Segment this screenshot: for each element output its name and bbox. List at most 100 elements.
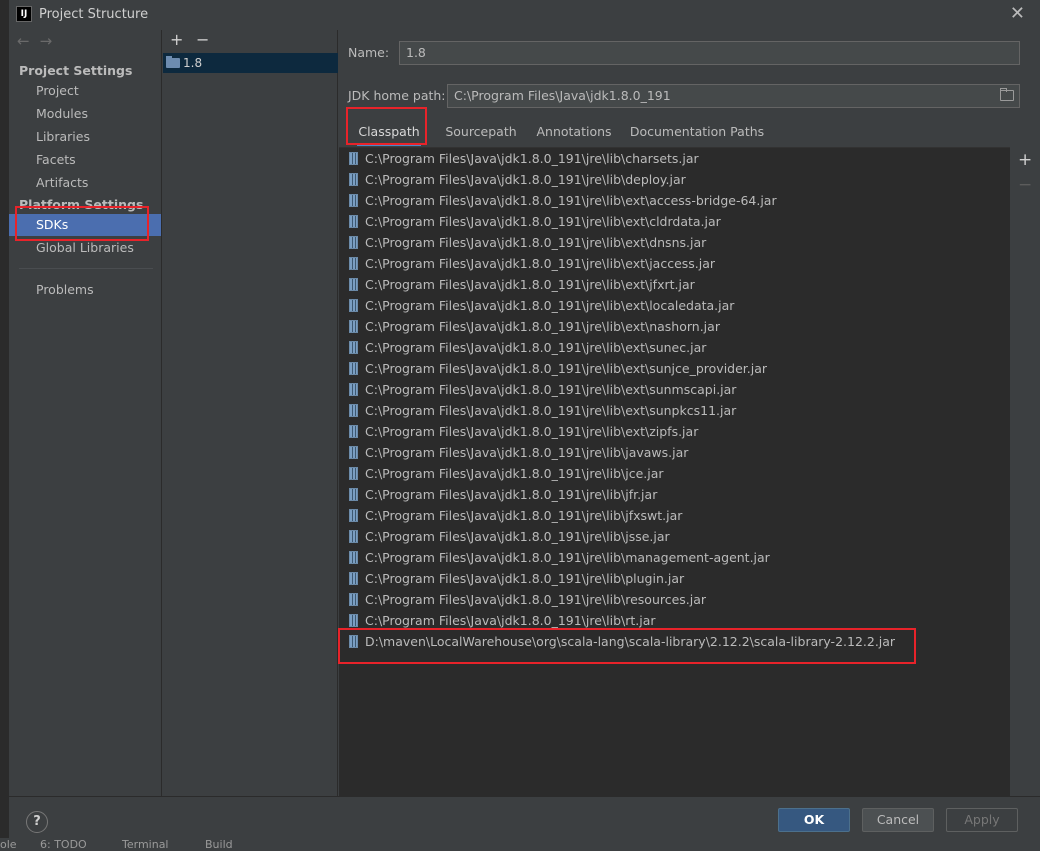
classpath-entry[interactable]: C:\Program Files\Java\jdk1.8.0_191\jre\l…	[349, 379, 736, 400]
close-icon[interactable]: ✕	[1010, 3, 1025, 24]
classpath-entry-path: C:\Program Files\Java\jdk1.8.0_191\jre\l…	[365, 571, 685, 586]
apply-button[interactable]: Apply	[946, 808, 1018, 832]
classpath-entry[interactable]: C:\Program Files\Java\jdk1.8.0_191\jre\l…	[349, 526, 670, 547]
jar-file-icon	[349, 383, 358, 396]
classpath-entry-path: C:\Program Files\Java\jdk1.8.0_191\jre\l…	[365, 235, 707, 250]
project-structure-dialog: IJ Project Structure ✕ ← → Project Settin…	[8, 0, 1040, 838]
classpath-entry-path: C:\Program Files\Java\jdk1.8.0_191\jre\l…	[365, 193, 777, 208]
sdk-list-panel: + − 1.8	[163, 30, 338, 796]
jar-file-icon	[349, 404, 358, 417]
jdk-folder-icon	[166, 56, 180, 68]
tab-classpath[interactable]: Classpath	[357, 118, 421, 146]
nav-item-project[interactable]: Project	[9, 80, 161, 102]
classpath-entry-path: C:\Program Files\Java\jdk1.8.0_191\jre\l…	[365, 172, 686, 187]
sdk-item-label: 1.8	[183, 56, 203, 70]
classpath-entry[interactable]: C:\Program Files\Java\jdk1.8.0_191\jre\l…	[349, 589, 706, 610]
classpath-entry-path: C:\Program Files\Java\jdk1.8.0_191\jre\l…	[365, 487, 658, 502]
back-arrow-icon[interactable]: ←	[17, 32, 30, 50]
classpath-entry[interactable]: C:\Program Files\Java\jdk1.8.0_191\jre\l…	[349, 358, 767, 379]
classpath-entry-path: C:\Program Files\Java\jdk1.8.0_191\jre\l…	[365, 382, 737, 397]
nav-item-sdks[interactable]: SDKs	[9, 214, 161, 236]
jar-file-icon	[349, 173, 358, 186]
classpath-entry[interactable]: C:\Program Files\Java\jdk1.8.0_191\jre\l…	[349, 505, 682, 526]
classpath-entry[interactable]: C:\Program Files\Java\jdk1.8.0_191\jre\l…	[349, 211, 721, 232]
classpath-entry[interactable]: C:\Program Files\Java\jdk1.8.0_191\jre\l…	[349, 274, 695, 295]
remove-sdk-button[interactable]: −	[196, 30, 209, 50]
nav-item-problems[interactable]: Problems	[9, 279, 161, 301]
name-label: Name:	[348, 45, 390, 60]
strip-item[interactable]: 6: TODO	[40, 838, 87, 851]
nav-item-artifacts[interactable]: Artifacts	[9, 172, 161, 194]
jar-file-icon	[349, 215, 358, 228]
classpath-entry-path: C:\Program Files\Java\jdk1.8.0_191\jre\l…	[365, 319, 720, 334]
classpath-entry-path: C:\Program Files\Java\jdk1.8.0_191\jre\l…	[365, 550, 770, 565]
classpath-entry-path: D:\maven\LocalWarehouse\org\scala-lang\s…	[365, 634, 896, 649]
tab-sourcepath[interactable]: Sourcepath	[441, 118, 521, 146]
platform-settings-header: Platform Settings	[19, 197, 144, 212]
add-sdk-button[interactable]: +	[170, 30, 183, 50]
strip-item[interactable]: Terminal	[122, 838, 169, 851]
ide-status-strip: ole 6: TODO Terminal Build	[0, 838, 1040, 851]
nav-item-modules[interactable]: Modules	[9, 103, 161, 125]
jdk-home-path-field[interactable]: C:\Program Files\Java\jdk1.8.0_191	[447, 84, 1020, 108]
jar-file-icon	[349, 278, 358, 291]
classpath-entry[interactable]: C:\Program Files\Java\jdk1.8.0_191\jre\l…	[349, 484, 657, 505]
project-settings-header: Project Settings	[19, 63, 133, 78]
classpath-entry[interactable]: C:\Program Files\Java\jdk1.8.0_191\jre\l…	[349, 547, 770, 568]
sdk-name-field[interactable]: 1.8	[399, 41, 1020, 65]
classpath-entry-path: C:\Program Files\Java\jdk1.8.0_191\jre\l…	[365, 298, 735, 313]
classpath-entry[interactable]: C:\Program Files\Java\jdk1.8.0_191\jre\l…	[349, 421, 698, 442]
classpath-entry[interactable]: C:\Program Files\Java\jdk1.8.0_191\jre\l…	[349, 253, 715, 274]
classpath-entry-path: C:\Program Files\Java\jdk1.8.0_191\jre\l…	[365, 529, 670, 544]
remove-classpath-button[interactable]: −	[1018, 176, 1032, 194]
sdk-list-toolbar: + −	[163, 30, 338, 52]
jar-file-icon	[349, 635, 358, 648]
sdk-item[interactable]: 1.8	[163, 53, 338, 73]
classpath-list[interactable]: C:\Program Files\Java\jdk1.8.0_191\jre\l…	[339, 147, 1010, 796]
classpath-entry[interactable]: C:\Program Files\Java\jdk1.8.0_191\jre\l…	[349, 169, 686, 190]
jar-file-icon	[349, 593, 358, 606]
jdk-home-label: JDK home path:	[348, 88, 446, 103]
window-title: Project Structure	[39, 7, 149, 22]
classpath-entry-path: C:\Program Files\Java\jdk1.8.0_191\jre\l…	[365, 277, 695, 292]
help-button[interactable]: ?	[26, 811, 48, 833]
nav-item-libraries[interactable]: Libraries	[9, 126, 161, 148]
tab-documentation-paths[interactable]: Documentation Paths	[627, 118, 767, 146]
jar-file-icon	[349, 257, 358, 270]
classpath-entry-path: C:\Program Files\Java\jdk1.8.0_191\jre\l…	[365, 508, 683, 523]
jar-file-icon	[349, 446, 358, 459]
classpath-entry[interactable]: C:\Program Files\Java\jdk1.8.0_191\jre\l…	[349, 337, 706, 358]
jar-file-icon	[349, 530, 358, 543]
classpath-entry[interactable]: C:\Program Files\Java\jdk1.8.0_191\jre\l…	[349, 295, 734, 316]
classpath-entry[interactable]: C:\Program Files\Java\jdk1.8.0_191\jre\l…	[349, 400, 736, 421]
strip-item[interactable]: Build	[205, 838, 233, 851]
folder-browse-icon[interactable]	[1000, 88, 1014, 101]
nav-item-facets[interactable]: Facets	[9, 149, 161, 171]
classpath-entry[interactable]: C:\Program Files\Java\jdk1.8.0_191\jre\l…	[349, 190, 777, 211]
classpath-entry-path: C:\Program Files\Java\jdk1.8.0_191\jre\l…	[365, 361, 768, 376]
classpath-entry[interactable]: C:\Program Files\Java\jdk1.8.0_191\jre\l…	[349, 568, 684, 589]
ok-button[interactable]: OK	[778, 808, 850, 832]
classpath-entry[interactable]: C:\Program Files\Java\jdk1.8.0_191\jre\l…	[349, 442, 688, 463]
classpath-entry[interactable]: C:\Program Files\Java\jdk1.8.0_191\jre\l…	[349, 316, 720, 337]
classpath-entry[interactable]: C:\Program Files\Java\jdk1.8.0_191\jre\l…	[349, 463, 664, 484]
tab-annotations[interactable]: Annotations	[533, 118, 615, 146]
classpath-entry[interactable]: C:\Program Files\Java\jdk1.8.0_191\jre\l…	[349, 232, 706, 253]
nav-divider	[19, 268, 153, 269]
nav-item-global-libraries[interactable]: Global Libraries	[9, 237, 161, 259]
cancel-button[interactable]: Cancel	[862, 808, 934, 832]
classpath-entry-path: C:\Program Files\Java\jdk1.8.0_191\jre\l…	[365, 340, 707, 355]
jar-file-icon	[349, 614, 358, 627]
jar-file-icon	[349, 551, 358, 564]
jar-file-icon	[349, 152, 358, 165]
dialog-footer: ? OK Cancel Apply	[9, 796, 1040, 838]
classpath-entry[interactable]: D:\maven\LocalWarehouse\org\scala-lang\s…	[349, 631, 895, 652]
classpath-entry[interactable]: C:\Program Files\Java\jdk1.8.0_191\jre\l…	[349, 610, 656, 631]
classpath-entry[interactable]: C:\Program Files\Java\jdk1.8.0_191\jre\l…	[349, 148, 699, 169]
strip-item: ole	[0, 838, 17, 851]
add-classpath-button[interactable]: +	[1018, 151, 1032, 169]
jar-file-icon	[349, 194, 358, 207]
forward-arrow-icon[interactable]: →	[40, 32, 53, 50]
jar-file-icon	[349, 236, 358, 249]
classpath-entry-path: C:\Program Files\Java\jdk1.8.0_191\jre\l…	[365, 214, 721, 229]
